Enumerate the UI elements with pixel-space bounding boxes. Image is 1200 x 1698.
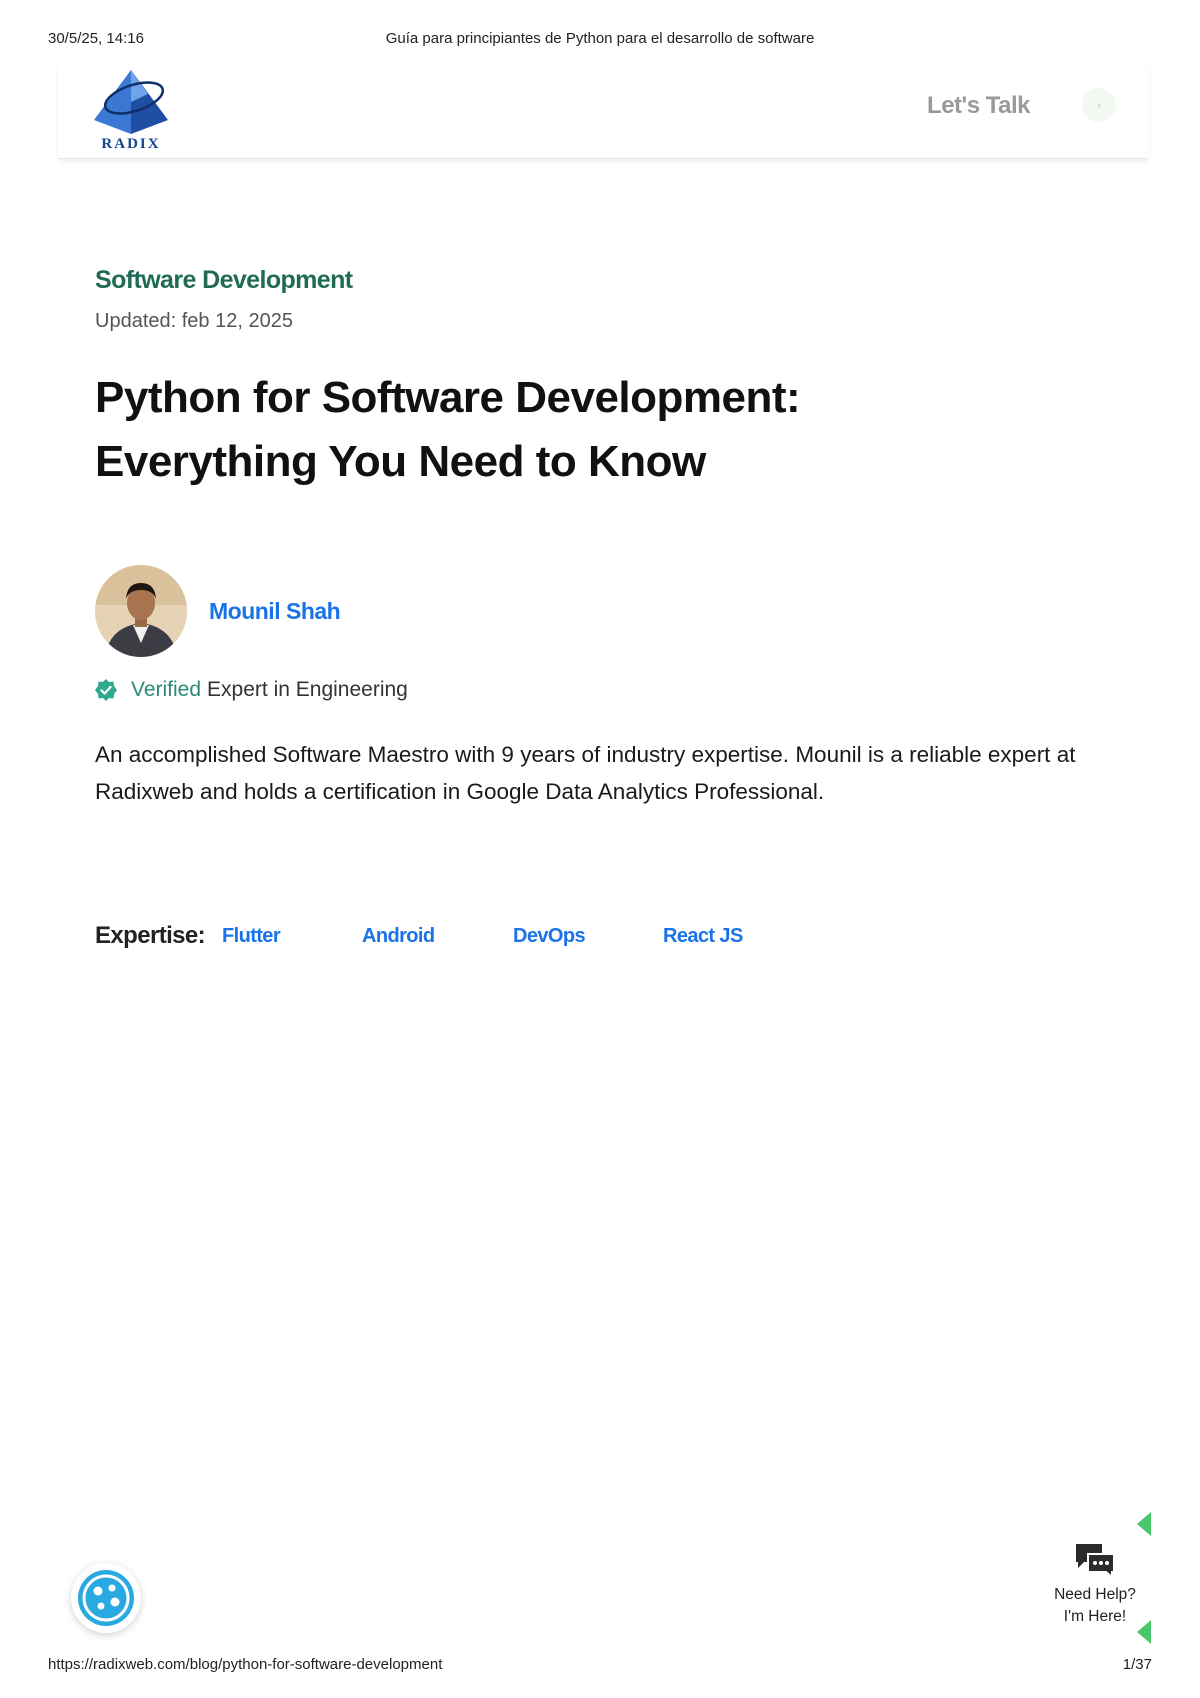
help-line1: Need Help? <box>1054 1586 1136 1603</box>
radix-logo-icon <box>94 70 168 134</box>
cookie-settings-button[interactable] <box>71 1563 141 1633</box>
article-title-line1: Python for Software Development: <box>95 373 801 422</box>
author-photo <box>95 565 187 657</box>
cookie-icon <box>78 1570 134 1626</box>
lets-talk-link[interactable]: Let's Talk <box>927 92 1030 120</box>
author-name-link[interactable]: Mounil Shah <box>209 598 341 625</box>
radix-logo[interactable]: RADIX <box>90 68 172 154</box>
print-url: https://radixweb.com/blog/python-for-sof… <box>48 1656 443 1673</box>
expertise-tag-flutter[interactable]: Flutter <box>222 925 281 948</box>
print-document-title: Guía para principiantes de Python para e… <box>385 30 815 47</box>
verified-badge-icon <box>95 679 117 701</box>
logo-wordmark: RADIX <box>101 136 161 152</box>
print-header: 30/5/25, 14:16 Guía para principiantes d… <box>48 30 1152 50</box>
author-avatar[interactable] <box>95 565 187 657</box>
expertise-label: Expertise: <box>95 922 206 949</box>
verified-label: Verified <box>131 678 202 701</box>
article-title-line2: Everything You Need to Know <box>95 437 706 486</box>
arrow-right-icon[interactable]: › <box>1082 88 1116 122</box>
widget-caret-up-icon <box>1137 1512 1151 1536</box>
article-title: Python for Software Development: Everyth… <box>95 366 1095 494</box>
verified-row: Verified Expert in Engineering <box>95 678 408 702</box>
expertise-tag-android[interactable]: Android <box>362 925 435 948</box>
print-footer: https://radixweb.com/blog/python-for-sof… <box>48 1656 1152 1676</box>
site-header: RADIX Let's Talk › <box>58 62 1148 159</box>
article-category[interactable]: Software Development <box>95 266 353 295</box>
author-bio: An accomplished Software Maestro with 9 … <box>95 742 1076 804</box>
expert-label: Expert in Engineering <box>207 678 408 701</box>
print-page-number: 1/37 <box>1122 1656 1152 1673</box>
article-updated-date: Updated: feb 12, 2025 <box>95 310 293 332</box>
expertise-tag-devops[interactable]: DevOps <box>513 925 586 948</box>
expertise-tag-reactjs[interactable]: React JS <box>663 925 743 948</box>
help-line2: I'm Here! <box>1063 1608 1127 1625</box>
chat-bubbles-icon <box>1076 1544 1115 1578</box>
widget-caret-down-icon <box>1137 1620 1151 1644</box>
